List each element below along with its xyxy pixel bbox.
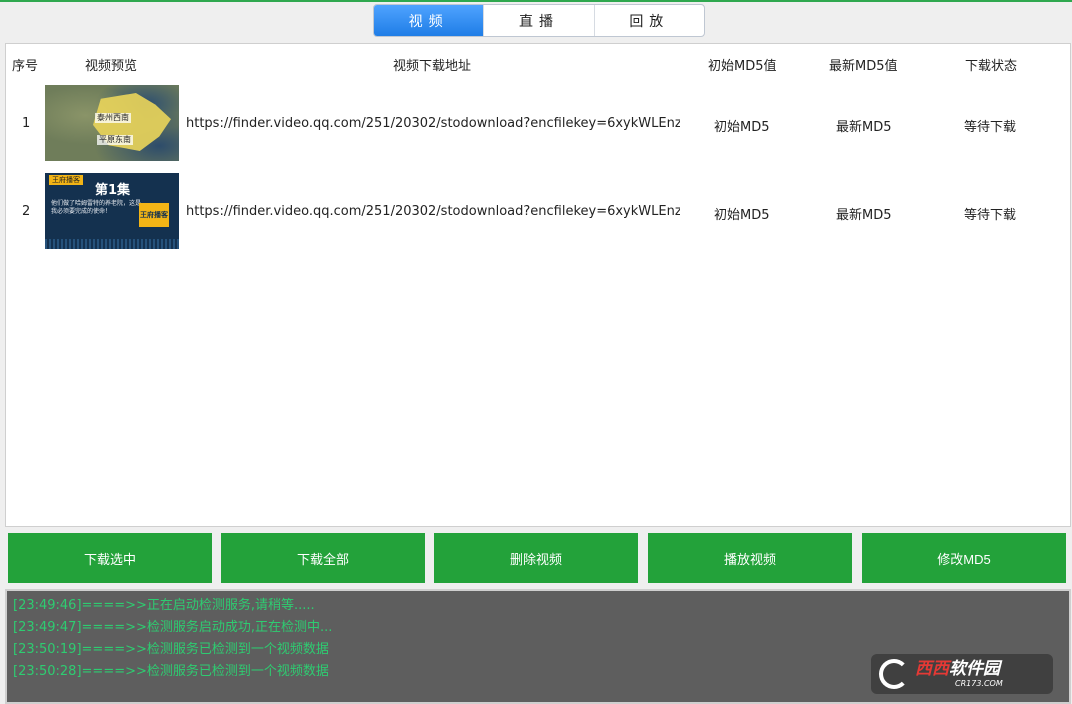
poster-tag: 王府播客 [49,175,83,185]
watermark-sub: CR173.COM [955,679,1003,688]
header-md5-latest: 最新MD5值 [829,59,898,74]
row-status: 等待下载 [964,120,1017,135]
poster-waveform [45,239,179,249]
tab-video[interactable]: 视频 [374,5,485,36]
mode-tabs: 视频 直播 回放 [373,4,705,37]
delete-video-button[interactable]: 删除视频 [434,533,638,583]
video-table: 序号 视频预览 视频下载地址 初始MD5值 最新MD5值 下载状态 1 泰州西南… [5,43,1071,527]
map-label: 平原东南 [97,135,133,145]
log-line: [23:49:46]====>>正在启动检测服务,请稍等..... [13,598,315,613]
header-index: 序号 [12,59,39,74]
header-preview: 视频预览 [85,59,138,74]
download-selected-button[interactable]: 下载选中 [8,533,212,583]
header-status: 下载状态 [965,59,1018,74]
row-md5-initial: 初始MD5 [714,120,770,135]
header-md5-initial: 初始MD5值 [708,59,777,74]
play-video-button[interactable]: 播放视频 [648,533,852,583]
table-row[interactable]: 2 王府播客 第1集 他们做了哈姆雷特的养老院，这是我必须要完成的使命！ 王府播… [6,172,1070,250]
row-url: https://finder.video.qq.com/251/20302/st… [186,116,680,131]
row-md5-latest: 最新MD5 [836,120,892,135]
table-header: 序号 视频预览 视频下载地址 初始MD5值 最新MD5值 下载状态 [6,44,1070,82]
watermark-logo-icon [879,659,909,689]
table-row[interactable]: 1 泰州西南 平原东南 https://finder.video.qq.com/… [6,84,1070,162]
site-watermark: 西西软件园 CR173.COM [871,654,1053,694]
poster-subtitle: 他们做了哈姆雷特的养老院，这是我必须要完成的使命！ [51,200,142,215]
map-label: 泰州西南 [95,113,131,123]
row-url: https://finder.video.qq.com/251/20302/st… [186,204,680,219]
row-status: 等待下载 [964,208,1017,223]
modify-md5-button[interactable]: 修改MD5 [862,533,1066,583]
download-all-button[interactable]: 下载全部 [221,533,425,583]
row-index: 1 [22,116,31,131]
watermark-main: 西西软件园 [915,659,1000,679]
row-index: 2 [22,204,31,219]
poster-logo: 王府播客 [139,203,169,227]
tab-replay[interactable]: 回放 [595,5,704,36]
video-thumbnail[interactable]: 泰州西南 平原东南 [45,85,179,161]
action-bar: 下载选中 下载全部 删除视频 播放视频 修改MD5 [5,530,1071,586]
row-md5-initial: 初始MD5 [714,208,770,223]
watermark-text: 西西软件园 CR173.COM [915,659,1003,689]
poster-title: 第1集 [95,183,131,198]
tab-live[interactable]: 直播 [484,5,595,36]
log-line: [23:49:47]====>>检测服务启动成功,正在检测中... [13,620,333,635]
video-thumbnail[interactable]: 王府播客 第1集 他们做了哈姆雷特的养老院，这是我必须要完成的使命！ 王府播客 [45,173,179,249]
row-md5-latest: 最新MD5 [836,208,892,223]
top-accent-line [0,0,1072,2]
header-url: 视频下载地址 [393,59,472,74]
